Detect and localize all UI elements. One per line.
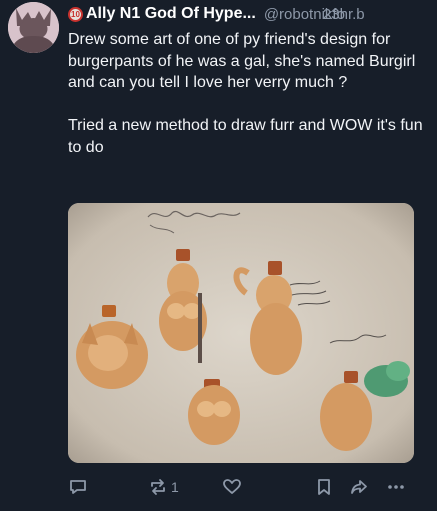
numbered-badge-icon: 10 (68, 6, 83, 22)
post-header: 10 Ally N1 God Of Hype... @robotnikfo 23… (68, 2, 437, 26)
post-image[interactable] (68, 203, 414, 463)
like-button[interactable] (222, 475, 242, 499)
sketch-artwork-image (68, 203, 414, 463)
reply-button[interactable] (68, 475, 88, 499)
post-paragraph-1: Drew some art of one of py friend's desi… (68, 31, 416, 91)
heart-icon (223, 479, 241, 494)
repost-count: 1 (171, 479, 179, 495)
more-icon (388, 485, 404, 489)
share-icon (351, 480, 367, 494)
post-paragraph-2: Tried a new method to draw furr and WOW … (68, 117, 423, 156)
more-button[interactable] (386, 475, 406, 499)
post-body: Drew some art of one of py friend's desi… (68, 29, 430, 158)
repost-icon (151, 479, 165, 495)
avatar-silhouette-icon (8, 2, 59, 53)
bookmark-icon (318, 479, 330, 495)
post-timestamp[interactable]: 23hr.b (323, 6, 365, 23)
post-actions: 1 (68, 475, 418, 499)
avatar[interactable] (8, 2, 59, 53)
share-button[interactable] (349, 475, 369, 499)
bookmark-button[interactable] (314, 475, 334, 499)
reply-icon (70, 480, 86, 494)
author-display-name[interactable]: Ally N1 God Of Hype... (86, 5, 256, 23)
repost-button[interactable]: 1 (148, 475, 179, 499)
